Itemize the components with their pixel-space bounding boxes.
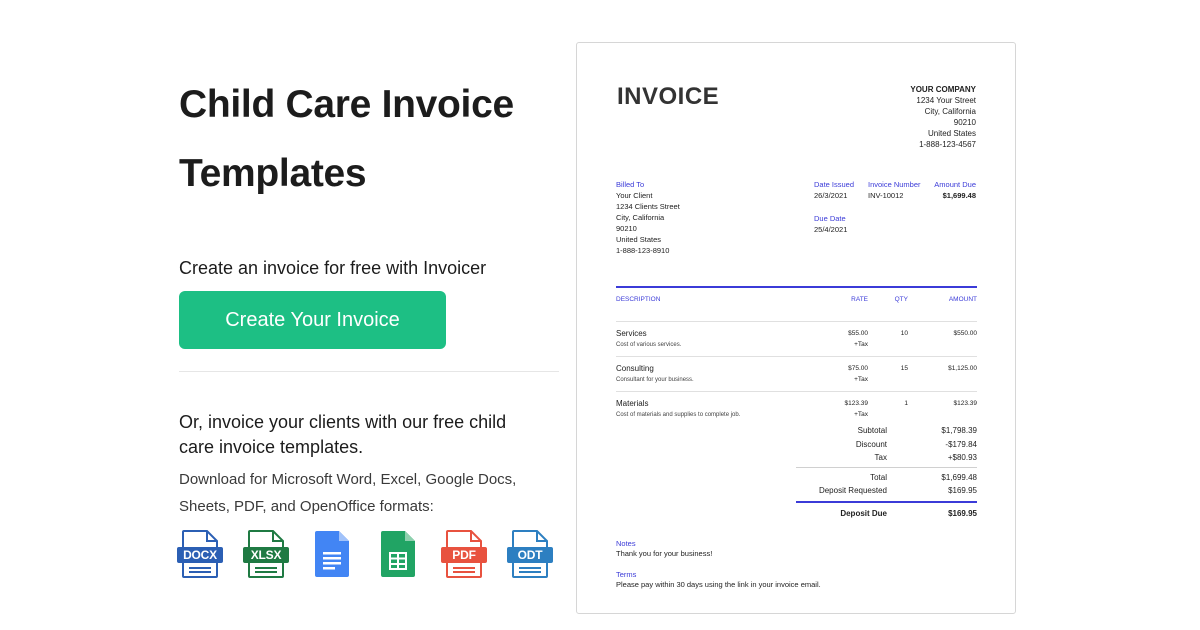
line-items-table: DESCRIPTION RATE QTY AMOUNT Services Cos…	[616, 286, 977, 427]
item-name: Materials	[616, 398, 826, 410]
subtotal-value: $1,798.39	[941, 424, 977, 438]
total-value: $1,699.48	[941, 471, 977, 485]
client-country: United States	[616, 234, 680, 245]
amount-due-label: Amount Due	[934, 179, 976, 190]
dates-block: Date Issued 26/3/2021 Due Date 25/4/2021	[814, 179, 854, 235]
item-rate: $75.00	[826, 363, 868, 374]
odt-icon[interactable]: ODT	[510, 530, 550, 578]
terms-label: Terms	[616, 570, 821, 580]
invoice-number-label: Invoice Number	[868, 179, 921, 190]
item-qty: 1	[868, 398, 908, 427]
due-date-label: Due Date	[814, 213, 854, 224]
amount-due: $1,699.48	[934, 190, 976, 201]
docx-label: DOCX	[177, 547, 223, 563]
date-issued: 26/3/2021	[814, 190, 854, 201]
item-amount: $123.39	[908, 398, 977, 427]
totals-divider	[796, 467, 977, 468]
odt-label: ODT	[507, 547, 553, 563]
total-label: Total	[796, 471, 887, 485]
item-name: Consulting	[616, 363, 826, 375]
item-amount: $550.00	[908, 328, 977, 356]
company-name: YOUR COMPANY	[910, 84, 976, 95]
pdf-label: PDF	[441, 547, 487, 563]
google-docs-icon[interactable]	[312, 530, 352, 578]
item-tax: +Tax	[826, 374, 868, 385]
invoice-title: INVOICE	[617, 83, 719, 111]
format-icons: DOCX XLSX PDF ODT	[180, 530, 550, 578]
item-qty: 10	[868, 328, 908, 356]
word-docx-icon[interactable]: DOCX	[180, 530, 220, 578]
table-row: Services Cost of various services. $55.0…	[616, 322, 977, 357]
templates-intro-text: Or, invoice your clients with our free c…	[179, 410, 519, 460]
client-name: Your Client	[616, 190, 680, 201]
discount-value: -$179.84	[945, 438, 977, 452]
company-street: 1234 Your Street	[910, 95, 976, 106]
table-row: Materials Cost of materials and supplies…	[616, 392, 977, 427]
deposit-due-label: Deposit Due	[796, 507, 887, 521]
hero-section: Child Care Invoice Templates Create an i…	[179, 70, 569, 520]
item-detail: Cost of materials and supplies to comple…	[616, 410, 826, 420]
discount-label: Discount	[796, 438, 887, 452]
google-sheets-icon[interactable]	[378, 530, 418, 578]
item-detail: Consultant for your business.	[616, 375, 826, 385]
company-country: United States	[910, 128, 976, 139]
hero-subtitle: Create an invoice for free with Invoicer	[179, 258, 569, 279]
client-phone: 1-888-123-8910	[616, 245, 680, 256]
col-rate: RATE	[826, 296, 868, 321]
page-title: Child Care Invoice Templates	[179, 70, 569, 208]
deposit-requested-label: Deposit Requested	[796, 484, 887, 498]
company-city: City, California	[910, 106, 976, 117]
due-date: 25/4/2021	[814, 224, 854, 235]
tax-label: Tax	[796, 451, 887, 465]
invoice-number-block: Invoice Number INV-10012	[868, 179, 921, 201]
item-qty: 15	[868, 363, 908, 391]
item-name: Services	[616, 328, 826, 340]
item-tax: +Tax	[826, 339, 868, 350]
date-issued-label: Date Issued	[814, 179, 854, 190]
deposit-requested-value: $169.95	[948, 484, 977, 498]
col-description: DESCRIPTION	[616, 296, 826, 321]
xlsx-label: XLSX	[243, 547, 289, 563]
totals-block: Subtotal $1,798.39 Discount -$179.84 Tax +$…	[796, 424, 977, 520]
billed-to-block: Billed To Your Client 1234 Clients Stree…	[616, 179, 680, 256]
billed-to-label: Billed To	[616, 179, 680, 190]
notes-label: Notes	[616, 539, 712, 549]
create-invoice-button[interactable]: Create Your Invoice	[179, 291, 446, 349]
amount-due-block: Amount Due $1,699.48	[934, 179, 976, 201]
table-row: Consulting Consultant for your business.…	[616, 357, 977, 392]
deposit-divider	[796, 501, 977, 503]
company-phone: 1-888-123-4567	[910, 139, 976, 150]
download-formats-text: Download for Microsoft Word, Excel, Goog…	[179, 466, 519, 520]
invoice-preview: INVOICE YOUR COMPANY 1234 Your Street Ci…	[576, 42, 1016, 614]
item-rate: $55.00	[826, 328, 868, 339]
company-zip: 90210	[910, 117, 976, 128]
item-amount: $1,125.00	[908, 363, 977, 391]
pdf-icon[interactable]: PDF	[444, 530, 484, 578]
client-zip: 90210	[616, 223, 680, 234]
client-city: City, California	[616, 212, 680, 223]
invoice-number: INV-10012	[868, 190, 921, 201]
item-rate: $123.39	[826, 398, 868, 409]
table-top-rule	[616, 286, 977, 288]
table-header: DESCRIPTION RATE QTY AMOUNT	[616, 296, 977, 322]
page-title-line2: Templates	[179, 139, 569, 208]
client-street: 1234 Clients Street	[616, 201, 680, 212]
item-tax: +Tax	[826, 409, 868, 420]
item-detail: Cost of various services.	[616, 340, 826, 350]
excel-xlsx-icon[interactable]: XLSX	[246, 530, 286, 578]
page-title-line1: Child Care Invoice	[179, 70, 569, 139]
col-amount: AMOUNT	[908, 296, 977, 321]
col-qty: QTY	[868, 296, 908, 321]
notes-text: Thank you for your business!	[616, 549, 712, 559]
company-block: YOUR COMPANY 1234 Your Street City, Cali…	[910, 84, 976, 150]
subtotal-label: Subtotal	[796, 424, 887, 438]
tax-value: +$80.93	[948, 451, 977, 465]
terms-block: Terms Please pay within 30 days using th…	[616, 570, 821, 590]
deposit-due-value: $169.95	[948, 507, 977, 521]
terms-text: Please pay within 30 days using the link…	[616, 580, 821, 590]
divider	[179, 371, 559, 372]
notes-block: Notes Thank you for your business!	[616, 539, 712, 559]
